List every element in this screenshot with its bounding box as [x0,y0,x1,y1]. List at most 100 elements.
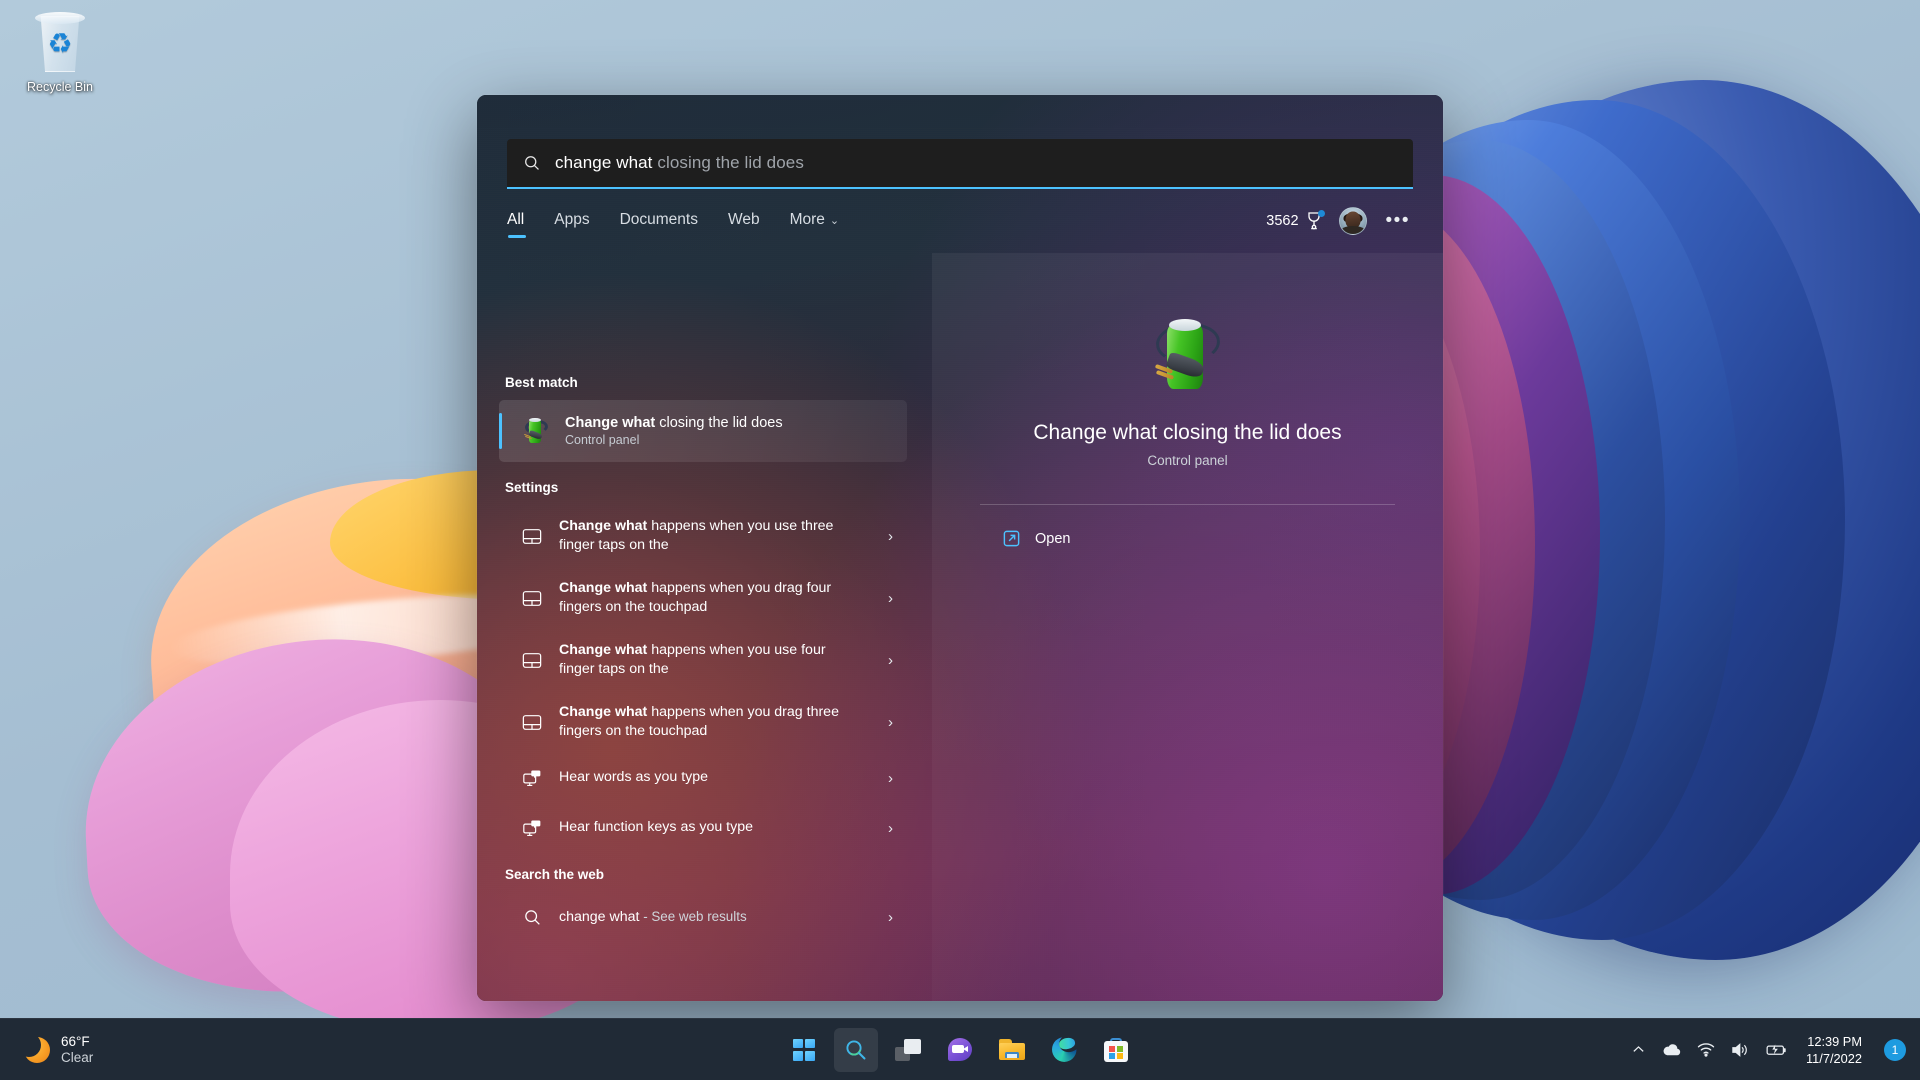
microsoft-store-icon [1104,1038,1128,1062]
system-tray: 12:39 PM 11/7/2022 1 [1631,1033,1906,1067]
tab-more[interactable]: More ⌄ [790,207,840,238]
result-3-bold: Change what [559,704,647,720]
touchpad-icon [521,587,543,609]
cloud-icon[interactable] [1662,1042,1681,1057]
settings-result-5-text: Hear function keys as you type [559,818,859,838]
best-match-heading: Best match [499,367,933,400]
web-result-row[interactable]: change what - See web results › [499,892,907,942]
search-results-list: Best match [477,361,933,1001]
settings-result-2-text: Change what happens when you use four fi… [559,641,859,680]
web-result-suffix: - See web results [639,909,746,924]
best-match-result[interactable]: Change what closing the lid does Control… [499,400,907,462]
battery-charging-icon[interactable] [1766,1043,1788,1057]
task-view-icon [895,1039,921,1061]
best-match-section: Best match [499,361,933,462]
best-match-title-bold: Change what [565,415,655,431]
battery-power-icon [1146,313,1230,397]
settings-result-4[interactable]: Hear words as you type › [499,753,907,803]
settings-result-5[interactable]: Hear function keys as you type › [499,803,907,853]
narrator-icon [521,817,543,839]
chat-icon [948,1038,972,1061]
result-5-rest: Hear function keys as you type [559,819,753,835]
chevron-right-icon: › [888,528,897,545]
chevron-right-icon: › [888,770,897,787]
more-options-button[interactable]: ••• [1383,210,1413,232]
notification-badge[interactable]: 1 [1884,1039,1906,1061]
chevron-right-icon: › [888,590,897,607]
settings-result-2[interactable]: Change what happens when you use four fi… [499,629,907,691]
touchpad-icon [521,649,543,671]
settings-result-1[interactable]: Change what happens when you drag four f… [499,567,907,629]
start-button[interactable] [782,1028,826,1072]
task-view-button[interactable] [886,1028,930,1072]
web-heading: Search the web [499,853,933,892]
search-icon [521,906,543,928]
wifi-icon[interactable] [1697,1042,1715,1057]
search-query-text: change what closing the lid does [555,153,804,173]
result-1-bold: Change what [559,580,647,596]
selection-accent-bar [499,413,502,449]
result-4-rest: Hear words as you type [559,769,708,785]
tab-more-label: More [790,211,825,228]
tab-web[interactable]: Web [728,207,760,238]
settings-heading: Settings [499,466,933,505]
search-input-wrapper[interactable]: change what closing the lid does [507,139,1413,189]
chat-button[interactable] [938,1028,982,1072]
chevron-down-icon: ⌄ [830,215,839,227]
best-match-title: Change what closing the lid does [565,415,783,431]
search-input[interactable]: change what closing the lid does [507,139,1413,189]
search-suggestion-text: closing the lid does [653,153,804,172]
bin-rim [35,12,85,24]
clock-date: 11/7/2022 [1806,1050,1862,1067]
moon-icon [24,1037,50,1063]
rewards-points[interactable]: 3562 [1266,211,1322,231]
chevron-right-icon: › [888,652,897,669]
touchpad-icon [521,525,543,547]
tab-all[interactable]: All [507,207,524,238]
recycle-bin-icon[interactable]: ♻ Recycle Bin [12,10,108,95]
folder-icon [999,1039,1025,1060]
search-button[interactable] [834,1028,878,1072]
preview-title: Change what closing the lid does [972,419,1403,447]
avatar-body [1340,226,1366,235]
settings-result-0[interactable]: Change what happens when you use three f… [499,505,907,567]
preview-divider [980,504,1395,505]
search-icon [523,154,541,172]
settings-result-3-text: Change what happens when you drag three … [559,703,859,742]
taskbar-center-buttons [782,1028,1138,1072]
edge-button[interactable] [1042,1028,1086,1072]
recycle-bin-label: Recycle Bin [12,80,108,95]
tab-apps[interactable]: Apps [554,207,589,238]
settings-result-0-text: Change what happens when you use three f… [559,517,859,556]
clock[interactable]: 12:39 PM 11/7/2022 [1806,1033,1862,1067]
file-explorer-button[interactable] [990,1028,1034,1072]
rewards-badge-dot [1318,210,1325,217]
result-2-bold: Change what [559,642,647,658]
speaker-icon[interactable] [1731,1042,1750,1058]
tab-documents[interactable]: Documents [620,207,698,238]
avatar[interactable] [1339,207,1367,235]
open-label: Open [1035,531,1070,547]
windows-logo-icon [793,1039,815,1061]
weather-widget[interactable]: 66°F Clear [24,1034,93,1066]
preview-subtitle: Control panel [972,453,1403,468]
rewards-points-value: 3562 [1266,213,1298,229]
store-button[interactable] [1094,1028,1138,1072]
settings-result-4-text: Hear words as you type [559,768,859,788]
weather-temperature: 66°F [61,1034,93,1050]
chevron-right-icon: › [888,714,897,731]
search-typed-text: change what [555,153,653,172]
chevron-up-icon[interactable] [1631,1042,1646,1057]
best-match-title-rest: closing the lid does [655,415,782,431]
open-button[interactable]: Open [1002,529,1403,548]
battery-power-icon [521,416,551,446]
chevron-right-icon: › [888,909,897,926]
chevron-right-icon: › [888,820,897,837]
settings-result-3[interactable]: Change what happens when you drag three … [499,691,907,753]
settings-result-1-text: Change what happens when you drag four f… [559,579,859,618]
weather-condition: Clear [61,1050,93,1066]
clock-time: 12:39 PM [1806,1033,1862,1050]
touchpad-icon [521,711,543,733]
settings-section: Settings Change what happens when you us… [499,466,933,853]
recycle-bin-glyph: ♻ [31,10,89,74]
